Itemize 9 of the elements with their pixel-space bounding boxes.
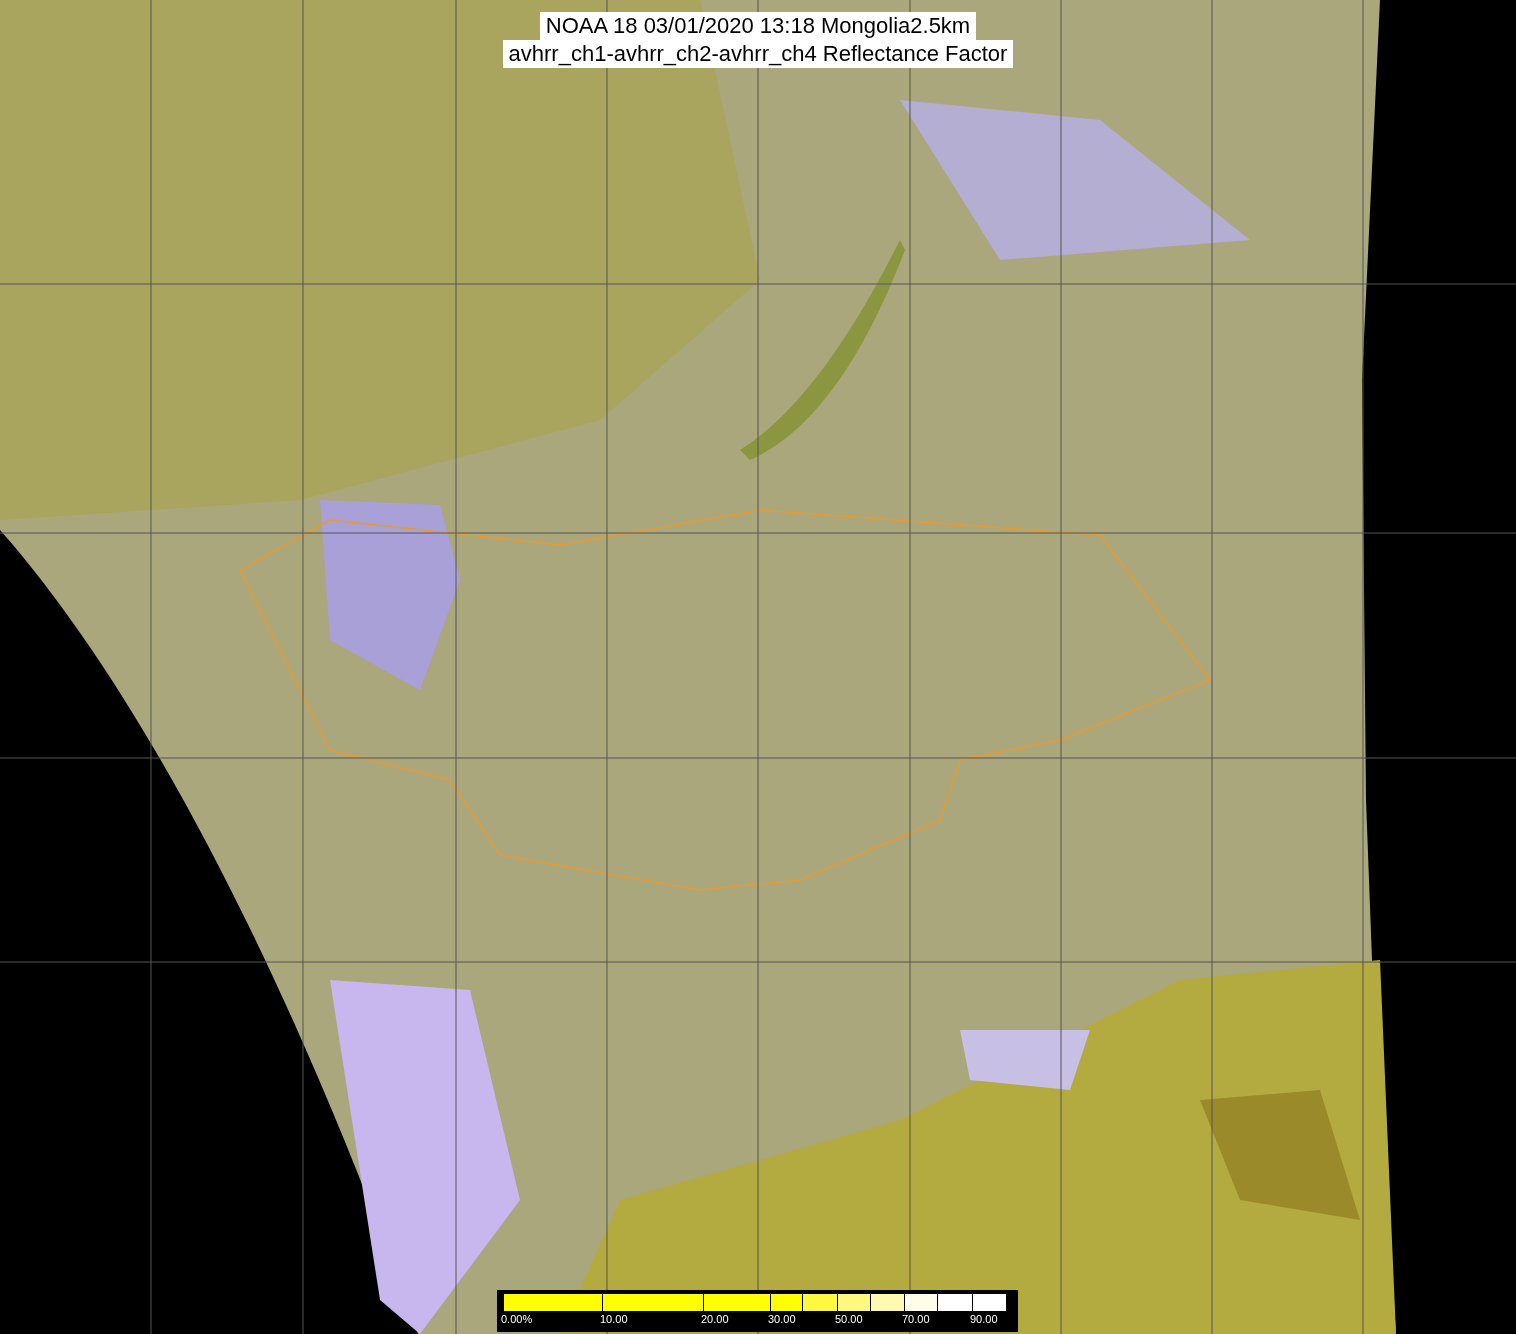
scale-label: 70.00 [902, 1313, 930, 1326]
map-title: NOAA 18 03/01/2020 13:18 Mongolia2.5km [539, 12, 977, 40]
scale-label: 50.00 [835, 1313, 863, 1326]
scale-label: 20.00 [701, 1313, 729, 1326]
scale-label: 30.00 [768, 1313, 796, 1326]
scale-label: 90.00 [970, 1313, 998, 1326]
map-title: avhrr_ch1-avhrr_ch2-avhrr_ch4 Reflectance Factor [502, 40, 1014, 68]
scale-label: 0.00% [501, 1313, 533, 1326]
scale-label: 10.00 [600, 1313, 628, 1326]
